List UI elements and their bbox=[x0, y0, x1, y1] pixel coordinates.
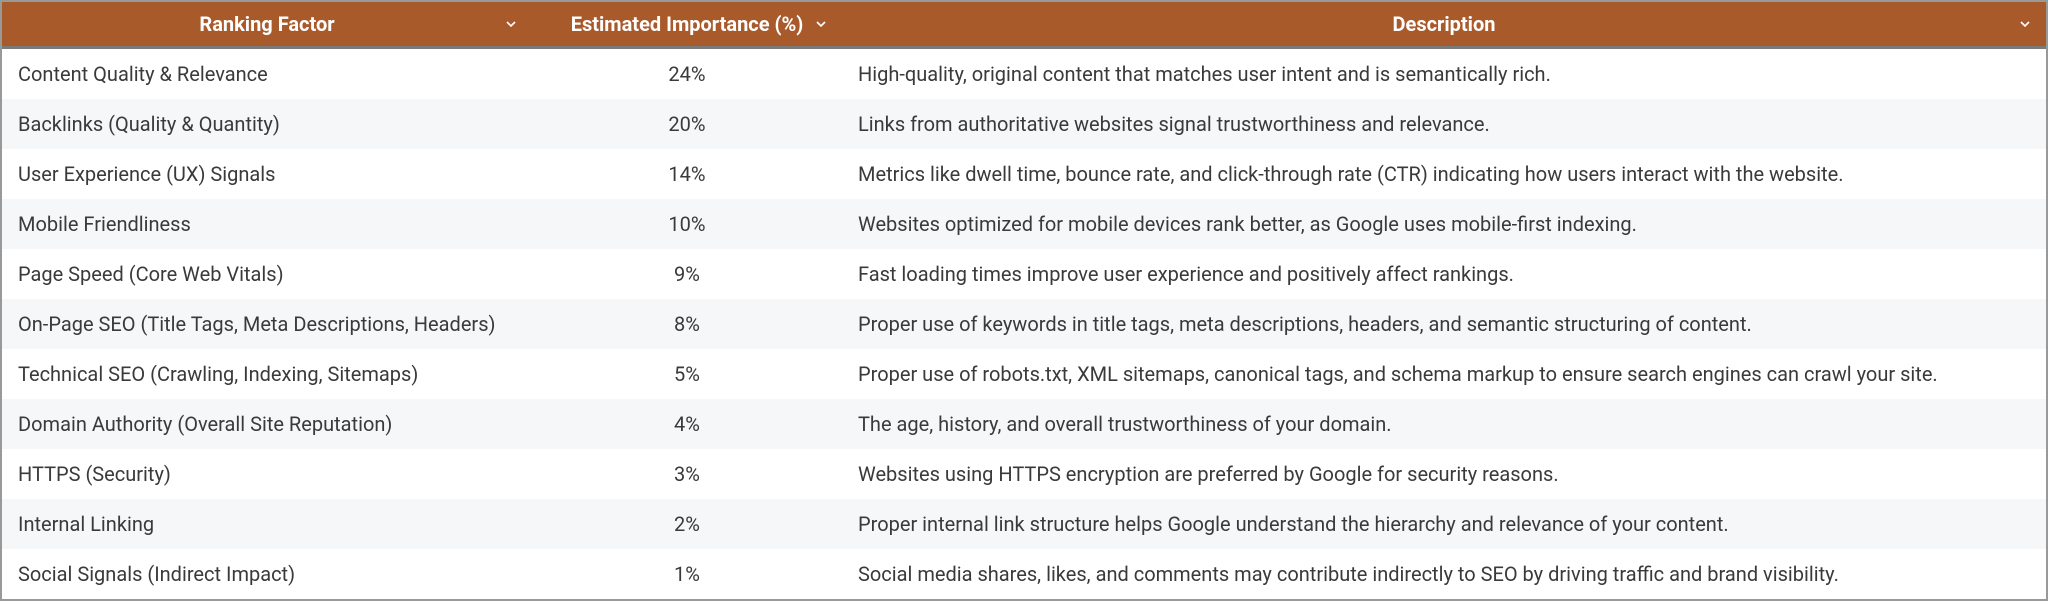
table-row: Domain Authority (Overall Site Reputatio… bbox=[2, 399, 2046, 449]
table-row: Internal Linking2%Proper internal link s… bbox=[2, 499, 2046, 549]
cell-description: Websites using HTTPS encryption are pref… bbox=[842, 449, 2046, 499]
cell-factor: Domain Authority (Overall Site Reputatio… bbox=[2, 399, 532, 449]
cell-description: Metrics like dwell time, bounce rate, an… bbox=[842, 149, 2046, 199]
cell-description: Proper internal link structure helps Goo… bbox=[842, 499, 2046, 549]
cell-importance: 9% bbox=[532, 249, 842, 299]
cell-importance: 2% bbox=[532, 499, 842, 549]
header-description[interactable]: Description bbox=[842, 2, 2046, 48]
cell-importance: 24% bbox=[532, 48, 842, 100]
cell-factor: Social Signals (Indirect Impact) bbox=[2, 549, 532, 599]
cell-factor: On-Page SEO (Title Tags, Meta Descriptio… bbox=[2, 299, 532, 349]
table-row: Technical SEO (Crawling, Indexing, Sitem… bbox=[2, 349, 2046, 399]
cell-description: High-quality, original content that matc… bbox=[842, 48, 2046, 100]
cell-description: Websites optimized for mobile devices ra… bbox=[842, 199, 2046, 249]
cell-description: Fast loading times improve user experien… bbox=[842, 249, 2046, 299]
header-ranking-factor[interactable]: Ranking Factor bbox=[2, 2, 532, 48]
table-row: User Experience (UX) Signals14%Metrics l… bbox=[2, 149, 2046, 199]
cell-factor: Technical SEO (Crawling, Indexing, Sitem… bbox=[2, 349, 532, 399]
cell-importance: 14% bbox=[532, 149, 842, 199]
cell-factor: Backlinks (Quality & Quantity) bbox=[2, 99, 532, 149]
chevron-down-icon[interactable] bbox=[502, 15, 520, 33]
ranking-factors-table-container: Ranking Factor Estimated Importance (%) … bbox=[0, 0, 2048, 601]
ranking-factors-table: Ranking Factor Estimated Importance (%) … bbox=[2, 2, 2046, 599]
table-row: Backlinks (Quality & Quantity)20%Links f… bbox=[2, 99, 2046, 149]
table-body: Content Quality & Relevance24%High-quali… bbox=[2, 48, 2046, 600]
header-label-description: Description bbox=[1393, 12, 1496, 36]
cell-importance: 8% bbox=[532, 299, 842, 349]
cell-factor: Page Speed (Core Web Vitals) bbox=[2, 249, 532, 299]
cell-description: Social media shares, likes, and comments… bbox=[842, 549, 2046, 599]
table-header: Ranking Factor Estimated Importance (%) … bbox=[2, 2, 2046, 48]
table-row: Social Signals (Indirect Impact)1%Social… bbox=[2, 549, 2046, 599]
chevron-down-icon[interactable] bbox=[2016, 15, 2034, 33]
table-row: Content Quality & Relevance24%High-quali… bbox=[2, 48, 2046, 100]
cell-description: The age, history, and overall trustworth… bbox=[842, 399, 2046, 449]
cell-importance: 5% bbox=[532, 349, 842, 399]
table-row: On-Page SEO (Title Tags, Meta Descriptio… bbox=[2, 299, 2046, 349]
cell-factor: Content Quality & Relevance bbox=[2, 48, 532, 100]
cell-factor: Mobile Friendliness bbox=[2, 199, 532, 249]
cell-factor: User Experience (UX) Signals bbox=[2, 149, 532, 199]
cell-importance: 3% bbox=[532, 449, 842, 499]
cell-description: Links from authoritative websites signal… bbox=[842, 99, 2046, 149]
header-label-importance: Estimated Importance (%) bbox=[571, 12, 804, 36]
table-row: Mobile Friendliness10%Websites optimized… bbox=[2, 199, 2046, 249]
chevron-down-icon[interactable] bbox=[812, 15, 830, 33]
cell-factor: HTTPS (Security) bbox=[2, 449, 532, 499]
header-label-factor: Ranking Factor bbox=[199, 12, 334, 36]
cell-description: Proper use of keywords in title tags, me… bbox=[842, 299, 2046, 349]
cell-importance: 1% bbox=[532, 549, 842, 599]
cell-importance: 10% bbox=[532, 199, 842, 249]
table-row: Page Speed (Core Web Vitals)9%Fast loadi… bbox=[2, 249, 2046, 299]
cell-importance: 20% bbox=[532, 99, 842, 149]
cell-importance: 4% bbox=[532, 399, 842, 449]
table-row: HTTPS (Security)3%Websites using HTTPS e… bbox=[2, 449, 2046, 499]
cell-factor: Internal Linking bbox=[2, 499, 532, 549]
header-importance[interactable]: Estimated Importance (%) bbox=[532, 2, 842, 48]
cell-description: Proper use of robots.txt, XML sitemaps, … bbox=[842, 349, 2046, 399]
